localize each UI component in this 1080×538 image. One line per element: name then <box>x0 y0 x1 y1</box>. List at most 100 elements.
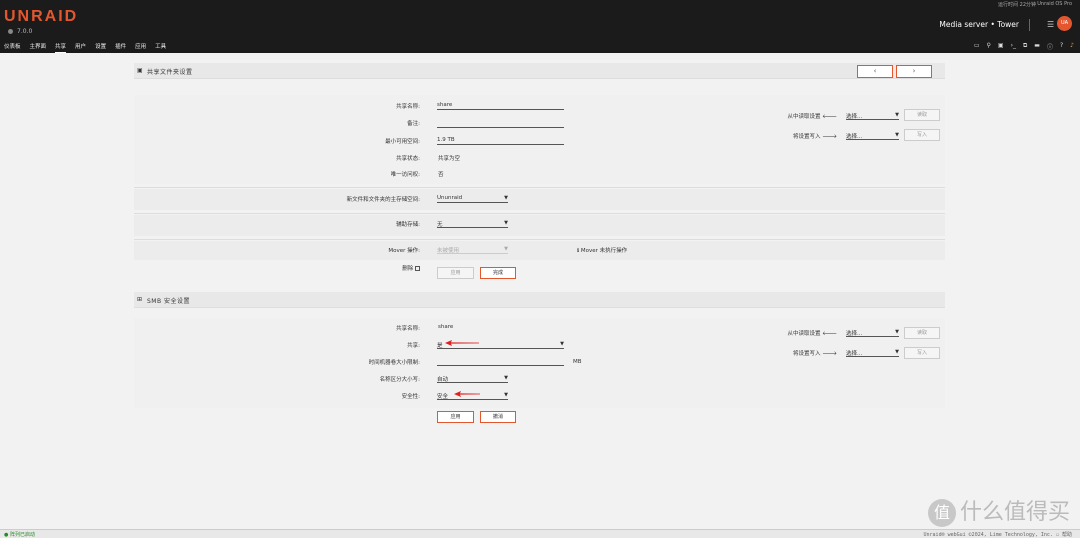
nav-main[interactable]: 主界面 <box>30 42 47 53</box>
mover-action-select[interactable]: 未被使用 ▼ <box>437 246 508 254</box>
smb-write-button[interactable]: 写入 <box>904 347 940 359</box>
watermark: 值什么值得买 <box>927 494 1070 527</box>
next-button[interactable]: › <box>896 65 932 78</box>
server-name: Media server • Tower <box>939 19 1030 31</box>
primary-storage-label: 新文件和文件夹的主存储空间: <box>346 197 420 203</box>
comment-field[interactable] <box>437 120 564 128</box>
primary-storage-value: Ununraid <box>437 195 463 201</box>
comment-label: 备注: <box>407 121 420 127</box>
secondary-storage-label: 辅助存储: <box>396 222 420 228</box>
mover-action-value: 未被使用 <box>437 248 460 254</box>
time-machine-unit: MB <box>573 359 582 365</box>
annotation-arrow-icon <box>445 340 479 346</box>
copyright: Unraid® webGui ©2024, Lime Technology, I… <box>923 532 1072 538</box>
divider <box>1029 19 1030 31</box>
share-status-label: 共享状态: <box>396 156 420 162</box>
divider <box>134 187 945 188</box>
min-free-label: 最小可用空间: <box>385 139 420 145</box>
nav-settings[interactable]: 设置 <box>95 42 106 53</box>
case-sensitive-label: 名称区分大小写: <box>379 377 420 383</box>
dropdown-arrow-icon: ▼ <box>504 220 508 226</box>
secondary-storage-select[interactable]: 无 ▼ <box>437 220 508 228</box>
done-button[interactable]: 完成 <box>480 267 516 279</box>
delete-text: 删除 <box>402 266 414 272</box>
lock-icon[interactable]: ▣ <box>998 42 1004 51</box>
nav-apps[interactable]: 应用 <box>135 42 146 53</box>
copy-icon[interactable]: ⧉ <box>1023 42 1027 51</box>
smb-undo-button[interactable]: 撤消 <box>480 411 516 423</box>
dropdown-arrow-icon: ▼ <box>504 392 508 398</box>
smb-read-from-select[interactable]: 选择... ▼ <box>846 329 899 337</box>
smb-write-to-select[interactable]: 选择... ▼ <box>846 349 899 357</box>
apply-button[interactable]: 应用 <box>437 267 474 279</box>
nav-icon-bar: ▭ ⚲ ▣ ›_ ⧉ ▬ ⓘ ? ♪ <box>974 42 1074 51</box>
hamburger-menu-icon[interactable]: ☰ <box>1047 20 1054 29</box>
read-from-value: 选择... <box>846 114 863 120</box>
dropdown-arrow-icon: ▼ <box>504 195 508 201</box>
share-status-value: 共享为空 <box>438 156 461 162</box>
dropdown-arrow-icon: ▼ <box>895 132 899 138</box>
prev-button[interactable]: ‹ <box>857 65 893 78</box>
dropdown-arrow-icon: ▼ <box>895 112 899 118</box>
search-icon[interactable]: ⚲ <box>987 42 991 51</box>
status-dot-icon <box>8 29 13 34</box>
share-name-field[interactable]: share <box>437 102 564 110</box>
smb-apply-button[interactable]: 应用 <box>437 411 474 423</box>
write-button[interactable]: 写入 <box>904 129 940 141</box>
delete-checkbox[interactable] <box>415 266 420 271</box>
share-name-label: 共享名称: <box>396 104 420 110</box>
smb-share-name-value: share <box>438 324 454 330</box>
main-nav: 仪表板 主界面 共享 用户 设置 插件 应用 工具 <box>4 42 166 53</box>
write-to-text: 将设置写入 <box>792 351 821 357</box>
feedback-icon[interactable]: ▭ <box>974 42 980 51</box>
avatar[interactable]: UA <box>1057 16 1072 31</box>
dropdown-arrow-icon: ▼ <box>504 375 508 381</box>
case-sensitive-value: 自动 <box>437 377 449 383</box>
dropdown-arrow-icon: ▼ <box>560 341 564 347</box>
primary-storage-select[interactable]: Ununraid ▼ <box>437 195 508 203</box>
nav-tools[interactable]: 工具 <box>155 42 166 53</box>
read-button[interactable]: 读取 <box>904 109 940 121</box>
nav-plugins[interactable]: 插件 <box>115 42 126 53</box>
windows-icon: ⊞ <box>137 296 143 303</box>
read-from-value: 选择... <box>846 331 863 337</box>
info-icon[interactable]: ⓘ <box>1047 42 1053 51</box>
security-value: 安全 <box>437 394 449 400</box>
edition-text: Unraid OS Pro <box>1037 1 1072 7</box>
watermark-logo-icon: 值 <box>927 499 956 527</box>
unraid-logo[interactable]: UNRAID <box>4 8 78 26</box>
write-to-value: 选择... <box>846 134 863 140</box>
exclusive-access-value: 否 <box>438 172 444 178</box>
min-free-field[interactable]: 1.9 TB <box>437 137 564 145</box>
share-settings-bar: ▣ 共享文件夹设置 ‹ › <box>134 63 945 79</box>
nav-dashboard[interactable]: 仪表板 <box>4 42 21 53</box>
read-from-select[interactable]: 选择... ▼ <box>846 112 899 120</box>
mover-action-label: Mover 操作: <box>388 248 420 254</box>
time-machine-field[interactable] <box>437 358 564 366</box>
exclusive-access-label: 唯一访问权: <box>390 172 420 178</box>
secondary-storage-value: 无 <box>437 222 443 228</box>
monitor-icon[interactable]: ▬ <box>1034 42 1040 51</box>
nav-shares[interactable]: 共享 <box>55 42 67 53</box>
write-to-select[interactable]: 选择... ▼ <box>846 132 899 140</box>
bell-icon[interactable]: ♪ <box>1070 42 1074 51</box>
smb-read-button[interactable]: 读取 <box>904 327 940 339</box>
section-title: SMB 安全设置 <box>147 298 191 305</box>
export-value: 是 <box>437 343 443 349</box>
case-sensitive-select[interactable]: 自动 ▼ <box>437 375 508 383</box>
divider <box>134 213 945 214</box>
read-from-text: 从中读取设置 <box>787 331 821 337</box>
smb-share-name-label: 共享名称: <box>396 326 420 332</box>
dropdown-arrow-icon: ▼ <box>895 349 899 355</box>
arrow-left-icon: 🡐 <box>822 114 837 120</box>
delete-label: 删除 <box>134 264 420 272</box>
nav-users[interactable]: 用户 <box>75 42 86 53</box>
version-text: 7.0.0 <box>17 28 33 35</box>
help-icon[interactable]: ? <box>1060 42 1063 51</box>
section-title: 共享文件夹设置 <box>147 69 193 76</box>
smb-write-to-label: 将设置写入 🡒 <box>747 349 837 357</box>
terminal-icon[interactable]: ›_ <box>1011 42 1016 51</box>
array-status: ● 阵列已启动 <box>4 532 35 538</box>
write-to-text: 将设置写入 <box>792 134 821 140</box>
watermark-text: 什么值得买 <box>959 500 1070 525</box>
